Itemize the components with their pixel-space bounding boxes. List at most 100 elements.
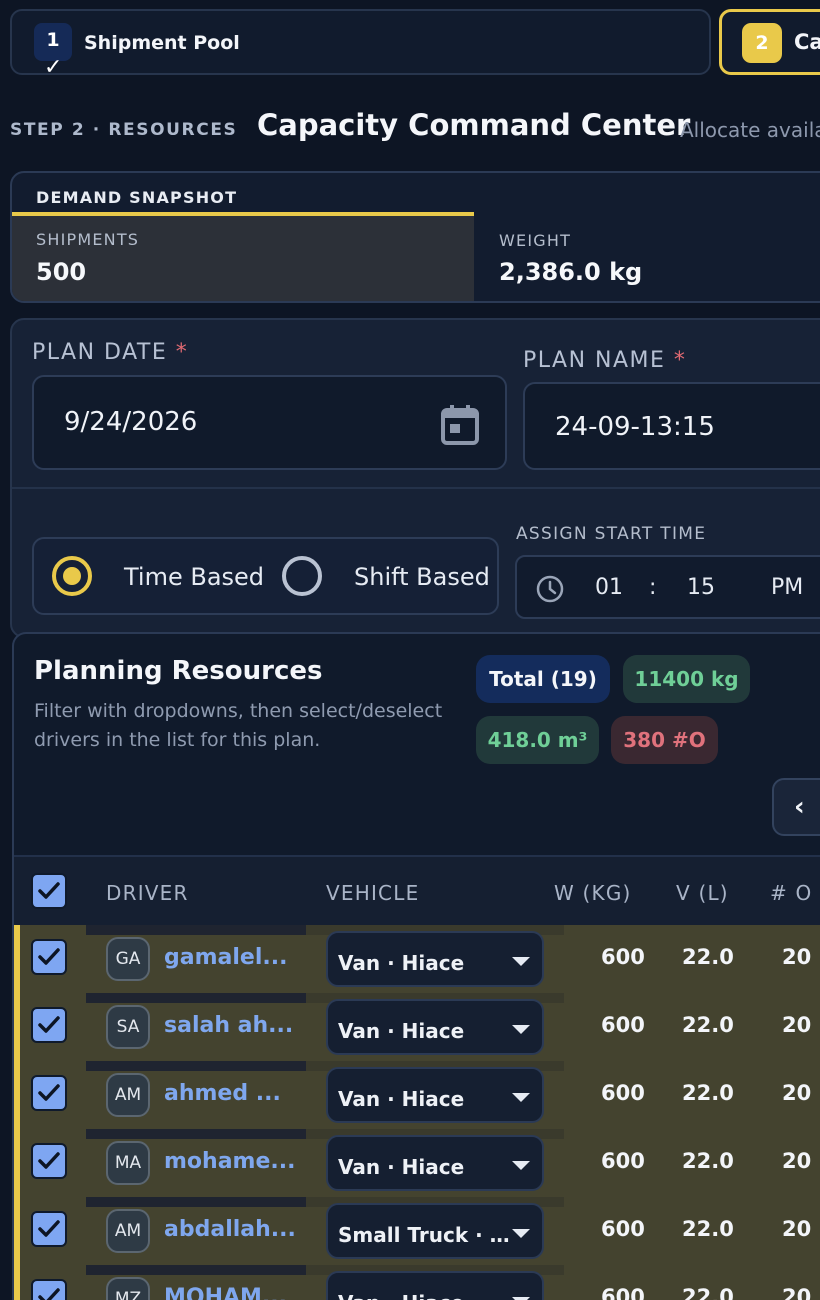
avatar: MZ	[106, 1277, 150, 1300]
row-separator	[86, 925, 306, 935]
driver-name-link[interactable]: MOHAM...	[164, 1285, 287, 1300]
hour-field[interactable]: 01	[595, 575, 623, 600]
orders-cell: 20	[782, 1149, 812, 1173]
check-icon	[38, 1084, 60, 1101]
header-weight[interactable]: W (KG)	[554, 881, 632, 905]
step-label: Shipment Pool	[84, 32, 240, 54]
table-row[interactable]: MZ MOHAM... Van · Hiace 600 22.0 20	[14, 1265, 820, 1300]
weight-cell: 600	[601, 1285, 645, 1300]
chevron-down-icon	[512, 957, 530, 966]
page-subtitle: Allocate availa	[680, 118, 820, 142]
row-select-checkbox[interactable]	[31, 1075, 67, 1111]
table-row[interactable]: AM ahmed ... Van · Hiace 600 22.0 20	[14, 1061, 820, 1129]
plan-name-input[interactable]: 24-09-13:15	[523, 382, 820, 470]
vehicle-select[interactable]: Van · Hiace	[326, 1271, 544, 1300]
checkmark-icon: ✓	[44, 55, 63, 80]
check-icon	[38, 1016, 60, 1033]
orders-cell: 20	[782, 1081, 812, 1105]
avatar: SA	[106, 1005, 150, 1049]
vehicle-select-value: Van · Hiace	[338, 1019, 465, 1043]
calendar-icon[interactable]	[440, 404, 480, 446]
required-mark: *	[175, 340, 189, 365]
chevron-down-icon	[512, 1161, 530, 1170]
divider	[12, 487, 820, 489]
avatar: GA	[106, 937, 150, 981]
shift-based-label[interactable]: Shift Based	[354, 563, 490, 591]
header-volume[interactable]: V (L)	[676, 881, 729, 905]
orders-cell: 20	[782, 945, 812, 969]
volume-cell: 22.0	[682, 945, 734, 969]
resources-description: Filter with dropdowns, then select/desel…	[34, 700, 443, 751]
driver-name-link[interactable]: gamalel...	[164, 945, 287, 970]
table-row[interactable]: SA salah ah... Van · Hiace 600 22.0 20	[14, 993, 820, 1061]
plan-name-value: 24-09-13:15	[555, 412, 715, 442]
vehicle-select[interactable]: Van · Hiace	[326, 931, 544, 987]
plan-date-label: PLAN DATE *	[32, 340, 188, 365]
row-separator	[86, 993, 306, 1003]
chevron-down-icon	[512, 1025, 530, 1034]
header-driver[interactable]: DRIVER	[106, 881, 189, 905]
clock-icon	[536, 575, 564, 603]
row-select-checkbox[interactable]	[31, 1279, 67, 1300]
table-row[interactable]: GA gamalel... Van · Hiace 600 22.0 20	[14, 925, 820, 993]
check-icon	[38, 1220, 60, 1237]
shift-based-radio[interactable]	[282, 556, 322, 596]
vehicle-select-value: Van · Hiace	[338, 1087, 465, 1111]
vehicle-select-value: Van · Hiace	[338, 951, 465, 975]
time-based-radio[interactable]	[52, 556, 92, 596]
check-icon	[38, 948, 60, 965]
row-select-checkbox[interactable]	[31, 1143, 67, 1179]
driver-name-link[interactable]: abdallah...	[164, 1217, 296, 1242]
orders-cell: 20	[782, 1217, 812, 1241]
period-field[interactable]: PM	[771, 575, 803, 600]
row-select-checkbox[interactable]	[31, 939, 67, 975]
vehicle-select[interactable]: Small Truck · H...	[326, 1203, 544, 1259]
shipments-tile: SHIPMENTS 500	[12, 216, 474, 301]
orders-cell: 20	[782, 1013, 812, 1037]
shipments-label: SHIPMENTS	[36, 230, 140, 249]
row-select-checkbox[interactable]	[31, 1211, 67, 1247]
weight-cell: 600	[601, 945, 645, 969]
time-based-label[interactable]: Time Based	[124, 563, 264, 591]
header-orders[interactable]: # O	[770, 881, 812, 905]
avatar: MA	[106, 1141, 150, 1185]
check-icon	[38, 882, 60, 899]
start-time-picker[interactable]: 01 : 15 PM	[515, 555, 820, 619]
driver-name-link[interactable]: salah ah...	[164, 1013, 293, 1038]
weight-label: WEIGHT	[499, 231, 572, 250]
total-drivers-pill: Total (19)	[476, 655, 610, 703]
weight-cell: 600	[601, 1217, 645, 1241]
avatar: AM	[106, 1209, 150, 1253]
header-vehicle[interactable]: VEHICLE	[326, 881, 419, 905]
plan-date-input[interactable]: 9/24/2026	[32, 375, 507, 470]
plan-date-value: 9/24/2026	[64, 407, 198, 437]
vehicle-select-value: Van · Hiace	[338, 1155, 465, 1179]
weight-cell: 600	[601, 1081, 645, 1105]
driver-name-link[interactable]: mohame...	[164, 1149, 295, 1174]
volume-cell: 22.0	[682, 1149, 734, 1173]
vehicle-select[interactable]: Van · Hiace	[326, 1135, 544, 1191]
volume-cell: 22.0	[682, 1013, 734, 1037]
table-row[interactable]: MA mohame... Van · Hiace 600 22.0 20	[14, 1129, 820, 1197]
chevron-down-icon	[512, 1229, 530, 1238]
minute-field[interactable]: 15	[687, 575, 715, 600]
weight-cell: 600	[601, 1013, 645, 1037]
chevron-left-icon: ‹	[794, 792, 805, 822]
orders-cell: 20	[782, 1285, 812, 1300]
snapshot-heading: DEMAND SNAPSHOT	[36, 188, 238, 207]
vehicle-select[interactable]: Van · Hiace	[326, 999, 544, 1055]
volume-cell: 22.0	[682, 1217, 734, 1241]
weight-cell: 600	[601, 1149, 645, 1173]
row-select-checkbox[interactable]	[31, 1007, 67, 1043]
vehicle-select[interactable]: Van · Hiace	[326, 1067, 544, 1123]
demand-snapshot: DEMAND SNAPSHOT SHIPMENTS 500 WEIGHT 2,3…	[10, 171, 820, 303]
select-all-checkbox[interactable]	[31, 873, 67, 909]
step-capacity[interactable]: 2 Ca	[719, 9, 820, 75]
collapse-button[interactable]: ‹	[772, 778, 820, 836]
table-row[interactable]: AM abdallah... Small Truck · H... 600 22.0 20	[14, 1197, 820, 1265]
driver-name-link[interactable]: ahmed ...	[164, 1081, 281, 1106]
step-shipment-pool[interactable]: 1 ✓ Shipment Pool	[10, 9, 711, 80]
required-mark: *	[673, 348, 687, 373]
check-icon	[38, 1152, 60, 1169]
row-separator	[86, 1197, 306, 1207]
